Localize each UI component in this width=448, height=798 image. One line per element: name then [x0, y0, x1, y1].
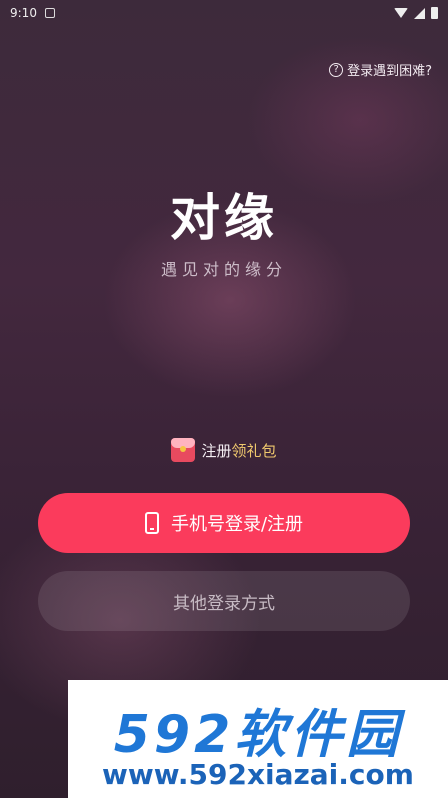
other-login-button[interactable]: 其他登录方式 — [38, 571, 410, 631]
status-time: 9:10 — [10, 6, 37, 20]
phone-login-label: 手机号登录/注册 — [170, 514, 304, 535]
question-icon: ? — [329, 62, 344, 77]
phone-login-button[interactable]: 手机号登录/注册 — [38, 493, 410, 553]
login-help-label: 登录遇到困难? — [347, 64, 432, 79]
gift-banner[interactable]: 注册 领礼包 — [0, 438, 448, 462]
gift-text: 注册 — [201, 441, 232, 460]
signal-icon — [414, 7, 425, 19]
app-logo: 对缘 — [170, 189, 278, 247]
phone-icon — [144, 512, 159, 534]
background-image — [0, 0, 448, 798]
battery-icon — [431, 7, 438, 19]
gift-highlight-text: 领礼包 — [231, 441, 277, 460]
status-bar: 9:10 — [0, 0, 448, 26]
wifi-icon — [394, 8, 408, 18]
red-envelope-icon — [171, 438, 196, 462]
watermark-banner: 592软件园 www.592xiazai.com — [68, 680, 448, 798]
notification-icon — [44, 8, 55, 18]
watermark-url: www.592xiazai.com — [102, 758, 414, 791]
other-login-label: 其他登录方式 — [173, 593, 275, 614]
login-help-link[interactable]: ? 登录遇到困难? — [329, 60, 432, 79]
app-slogan: 遇见对的缘分 — [160, 260, 287, 279]
watermark-title: 592软件园 — [113, 705, 403, 765]
